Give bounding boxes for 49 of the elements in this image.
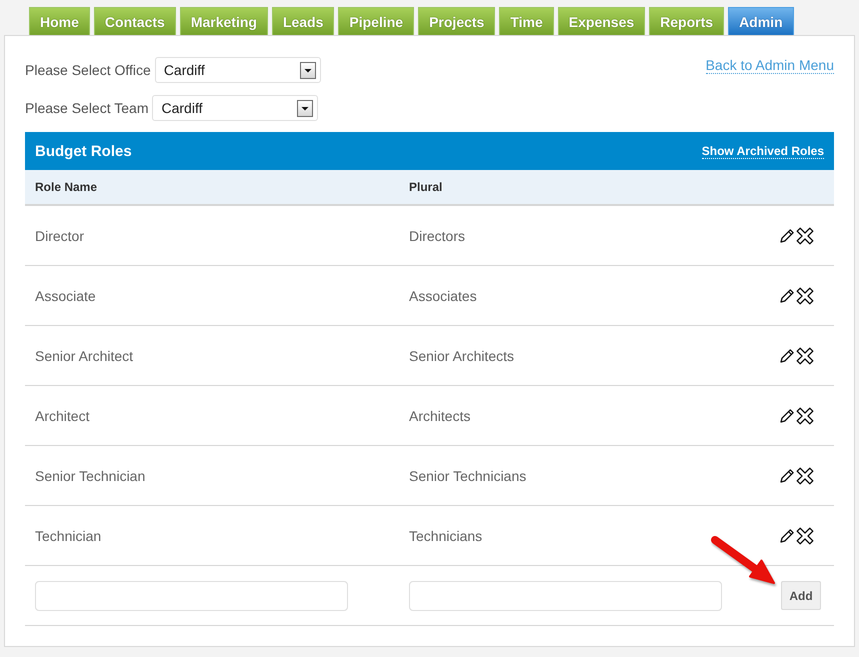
table-cell: Associate (35, 288, 96, 304)
caret-icon (300, 62, 316, 78)
nav-tab[interactable]: Expenses (558, 7, 646, 35)
cross-icon[interactable] (796, 286, 814, 304)
nav-tab[interactable]: Leads (272, 7, 334, 35)
table-cell: Directors (409, 228, 466, 244)
dropdown-field[interactable]: Cardiff (152, 95, 318, 121)
table-cell: Associates (409, 288, 477, 304)
table-cell: Senior Technicians (409, 468, 526, 484)
cross-icon[interactable] (796, 526, 814, 544)
table-cell: Director (35, 228, 84, 244)
column-header: Role Name (34, 180, 98, 194)
table-cell: Senior Architect (35, 348, 134, 364)
nav-tab[interactable]: Marketing (180, 7, 268, 35)
nav-tab[interactable]: Pipeline (338, 7, 414, 35)
cross-icon[interactable] (796, 346, 814, 364)
table-cell: Senior Architects (409, 348, 514, 364)
pointer-arrow (710, 535, 776, 585)
pencil-icon[interactable] (780, 288, 795, 303)
caret-icon (297, 100, 314, 116)
nav-tab[interactable]: Time (499, 7, 554, 35)
pencil-icon[interactable] (780, 468, 795, 483)
input-field[interactable] (409, 580, 722, 610)
nav-tab[interactable]: Projects (418, 7, 496, 35)
pencil-icon[interactable] (780, 408, 795, 423)
field-label: Please Select Office (25, 62, 151, 78)
pencil-icon[interactable] (780, 228, 795, 243)
nav-tab[interactable]: Home (29, 7, 90, 35)
cross-icon[interactable] (796, 406, 814, 424)
nav-tab[interactable]: Contacts (94, 7, 176, 35)
panel-title: Budget Roles (35, 142, 132, 160)
cross-icon[interactable] (796, 466, 814, 484)
back-link[interactable]: Back to Admin Menu (706, 57, 834, 74)
nav-tab[interactable]: Reports (649, 7, 724, 35)
table-cell: Architects (409, 408, 470, 424)
cross-icon[interactable] (796, 226, 814, 244)
show-archived-link[interactable]: Show Archived Roles (702, 144, 824, 158)
add-button[interactable]: Add (781, 581, 821, 610)
input-field[interactable] (35, 580, 348, 610)
table-cell: Technician (35, 528, 102, 544)
table-cell: Technicians (409, 528, 482, 544)
table-cell: Senior Technician (35, 468, 146, 484)
table-cell: Architect (35, 408, 90, 424)
pencil-icon[interactable] (780, 528, 795, 543)
pencil-icon[interactable] (780, 348, 795, 363)
column-header: Plural (408, 180, 442, 194)
dropdown-field[interactable]: Cardiff (154, 57, 321, 83)
field-label: Please Select Team (25, 100, 148, 116)
nav-tab[interactable]: Admin (728, 7, 794, 35)
